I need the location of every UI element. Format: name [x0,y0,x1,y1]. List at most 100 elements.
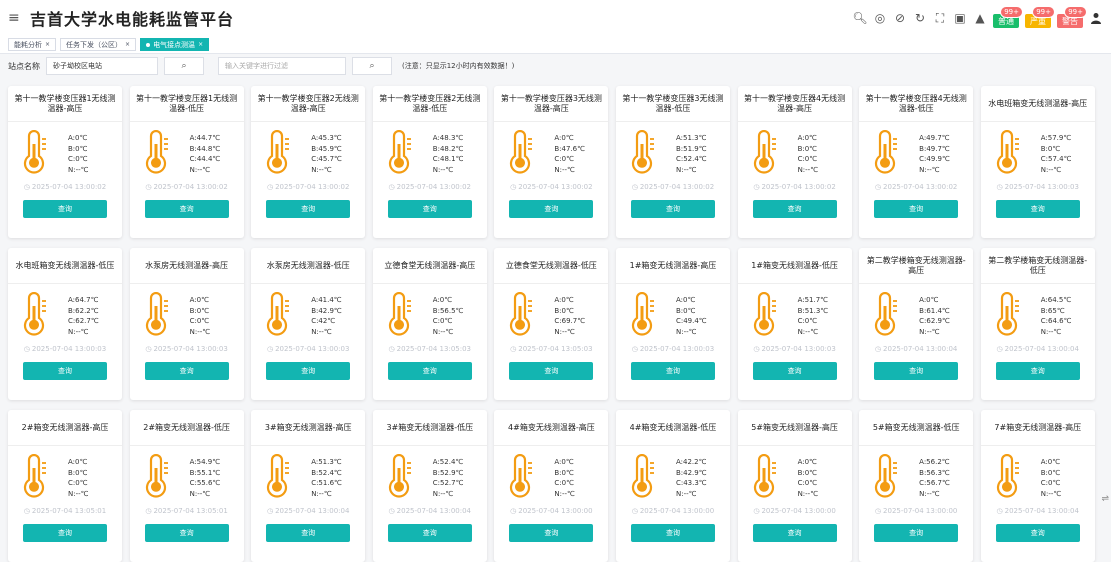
thermometer-icon [626,291,662,340]
settings-toggle-icon[interactable]: ⇌ [1101,494,1109,504]
card-body: A:51.3℃ B:51.9℃ C:52.4℃ N:--℃ [616,122,730,180]
query-button[interactable]: 查询 [509,362,594,380]
query-button[interactable]: 查询 [995,200,1080,218]
tab-contact-temperature[interactable]: 电气接点测温 × [140,38,210,51]
reading-n: N:--℃ [68,489,89,498]
close-icon[interactable]: × [198,41,203,48]
skin-icon[interactable]: ▲ [973,11,987,25]
help-icon[interactable]: ◎ [873,11,887,25]
reading-n: N:--℃ [919,489,940,498]
tab-task-dispatch[interactable]: 任务下发（公区） × [60,38,137,51]
station-search-button[interactable]: ⌕ [164,57,204,75]
update-time-text: 2025-07-04 13:00:02 [761,183,836,191]
alarm-serious-badge[interactable]: 严重 99+ [1025,6,1055,28]
reading-b: B:62.2℃ [68,306,99,315]
query-button[interactable]: 查询 [266,524,351,542]
close-icon[interactable]: × [45,41,50,48]
reading-c: C:42℃ [311,317,336,325]
query-button[interactable]: 查询 [23,524,107,542]
card-title: 5#箱变无线测温器-高压 [737,410,852,446]
reading-n: N:--℃ [797,165,819,174]
update-time-text: 2025-07-04 13:00:04 [275,507,350,515]
query-button[interactable]: 查询 [752,524,837,542]
sensor-card: 1#箱变无线测温器-高压 A:0℃ B:0℃ C:49.4℃ N:--℃ ◷ 20… [615,248,730,400]
query-button[interactable]: 查询 [23,362,107,380]
clock-icon: ◷ [753,507,760,515]
reading-a: A:64.5℃ [1040,296,1072,304]
query-button[interactable]: 查询 [995,362,1080,380]
query-button[interactable]: 查询 [752,362,837,380]
reading-c: C:48.1℃ [432,155,464,163]
search-icon[interactable]: 🔍︎ [852,11,867,25]
readings: A:0℃ B:0℃ C:0℃ N:--℃ [68,133,89,175]
query-button[interactable]: 查询 [874,524,959,542]
clock-icon: ◷ [753,183,760,191]
query-button[interactable]: 查询 [630,200,715,218]
query-button[interactable]: 查询 [630,362,715,380]
query-button[interactable]: 查询 [144,200,229,218]
update-time: ◷ 2025-07-04 13:00:02 [494,180,608,194]
thermometer-icon [383,453,419,502]
user-avatar-icon[interactable] [1089,11,1103,25]
alarm-normal-badge[interactable]: 普通 99+ [993,6,1023,28]
reading-b: B:0℃ [554,306,574,315]
update-time: ◷ 2025-07-04 13:00:04 [373,504,487,518]
reading-b: B:42.9℃ [311,306,342,315]
query-button[interactable]: 查询 [509,200,594,218]
card-title: 第十一教学楼变压器2无线测温器-高压 [251,86,366,122]
alarm-warning-badge[interactable]: 警告 99+ [1057,6,1087,28]
query-button[interactable]: 查询 [752,200,837,218]
reading-b: B:42.9℃ [675,468,707,477]
mute-icon[interactable]: ⊘ [893,11,907,25]
thermometer-icon [991,453,1027,502]
sensor-card: 4#箱变无线测温器-低压 A:42.2℃ B:42.9℃ C:43.3℃ N:-… [615,410,730,562]
keyword-search-button[interactable]: ⌕ [352,57,392,75]
query-button[interactable]: 查询 [387,362,472,380]
reading-n: N:--℃ [189,327,211,336]
reading-n: N:--℃ [554,489,575,498]
close-icon[interactable]: × [125,41,130,48]
reading-n: N:--℃ [311,165,332,174]
reading-b: B:0℃ [1040,144,1061,153]
sensor-card: 第十一教学楼变压器1无线测温器-低压 A:44.7℃ B:44.8℃ C:44.… [129,86,244,238]
query-button[interactable]: 查询 [387,200,472,218]
query-button[interactable]: 查询 [387,524,472,542]
query-button[interactable]: 查询 [23,200,107,218]
reading-a: A:0℃ [797,458,817,466]
reading-a: A:0℃ [68,134,88,142]
reading-n: N:--℃ [1040,165,1062,174]
station-select[interactable]: 砂子坳校区电站 [46,57,158,75]
reading-a: A:0℃ [189,296,209,304]
sensor-card: 5#箱变无线测温器-高压 A:0℃ B:0℃ C:0℃ N:--℃ ◷ 2025-… [737,410,852,562]
tab-label: 任务下发（公区） [66,40,123,49]
reading-n: N:--℃ [554,327,575,336]
query-button[interactable]: 查询 [874,200,959,218]
reading-c: C:0℃ [1040,479,1061,487]
query-button[interactable]: 查询 [266,362,351,380]
menu-toggle-icon[interactable]: ≡ [8,10,22,26]
query-button[interactable]: 查询 [874,362,959,380]
card-body: A:0℃ B:0℃ C:0℃ N:--℃ [738,446,852,504]
reading-b: B:44.8℃ [189,144,221,153]
reading-n: N:--℃ [797,327,819,336]
keyword-input[interactable]: 输入关键字进行过滤 [218,57,346,75]
thermometer-icon [504,453,540,502]
query-button[interactable]: 查询 [144,524,229,542]
readings: A:0℃ B:0℃ C:69.7℃ N:--℃ [554,295,585,337]
tab-energy-analysis[interactable]: 能耗分析 × [8,38,57,51]
refresh-icon[interactable]: ↻ [913,11,927,25]
query-button[interactable]: 查询 [266,200,351,218]
card-title: 水泵房无线测温器-高压 [129,248,244,284]
query-button[interactable]: 查询 [630,524,715,542]
query-button[interactable]: 查询 [995,524,1080,542]
readings: A:49.7℃ B:49.7℃ C:49.9℃ N:--℃ [919,133,950,175]
query-button[interactable]: 查询 [144,362,229,380]
reading-b: B:52.4℃ [311,468,342,477]
fullscreen-icon[interactable]: ⛶ [933,11,947,25]
card-body: A:45.3℃ B:45.9℃ C:45.7℃ N:--℃ [251,122,365,180]
query-button[interactable]: 查询 [509,524,594,542]
clock-icon: ◷ [145,345,152,353]
reading-b: B:47.6℃ [554,144,585,153]
clock-icon: ◷ [388,507,395,515]
font-size-icon[interactable]: ▣ [953,11,967,25]
